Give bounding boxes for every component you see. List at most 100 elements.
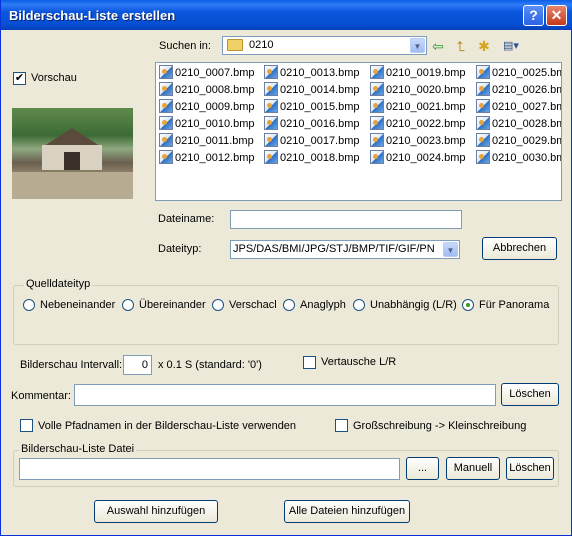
browse-button[interactable]: ... xyxy=(406,457,439,480)
file-item-label: 0210_0027.bmp xyxy=(492,101,561,113)
file-item[interactable]: 0210_0019.bmp xyxy=(370,65,466,81)
lowercase-checkbox[interactable] xyxy=(335,419,348,432)
source-type-radio-label: Nebeneinander xyxy=(40,299,116,311)
file-item-label: 0210_0030.bmp xyxy=(492,152,561,164)
source-type-radio[interactable] xyxy=(23,299,35,311)
file-item[interactable]: 0210_0021.bmp xyxy=(370,99,466,115)
interval-label: Bilderschau Intervall: xyxy=(20,359,123,371)
file-item[interactable]: 0210_0010.bmp xyxy=(159,116,255,132)
view-menu-icon[interactable]: ▤▾ xyxy=(498,37,524,55)
chevron-down-icon[interactable]: ▼ xyxy=(410,38,425,53)
preview-checkbox[interactable]: ✔ xyxy=(13,72,26,85)
source-type-radio[interactable] xyxy=(353,299,365,311)
filetype-combo[interactable]: JPS/DAS/BMI/JPG/STJ/BMP/TIF/GIF/PN ▼ xyxy=(230,240,460,259)
file-item[interactable]: 0210_0026.bmp xyxy=(476,82,561,98)
file-item-label: 0210_0022.bmp xyxy=(386,118,466,130)
file-item-label: 0210_0017.bmp xyxy=(280,135,360,147)
file-item[interactable]: 0210_0018.bmp xyxy=(264,150,360,166)
new-folder-icon[interactable]: ✱ xyxy=(475,37,493,55)
file-item[interactable]: 0210_0028.bmp xyxy=(476,116,561,132)
file-item[interactable]: 0210_0020.bmp xyxy=(370,82,466,98)
file-item-label: 0210_0023.bmp xyxy=(386,135,466,147)
bitmap-file-icon xyxy=(476,99,490,113)
help-button[interactable]: ? xyxy=(523,5,544,26)
bitmap-file-icon xyxy=(264,99,278,113)
source-type-group xyxy=(13,285,559,345)
file-item[interactable]: 0210_0015.bmp xyxy=(264,99,360,115)
folder-up-icon[interactable]: ⮤ xyxy=(452,37,470,55)
full-paths-label: Volle Pfadnamen in der Bilderschau-Liste… xyxy=(38,420,297,432)
source-type-radio-label: Unabhängig (L/R) xyxy=(370,299,457,311)
source-type-radio[interactable] xyxy=(122,299,134,311)
bitmap-file-icon xyxy=(476,133,490,147)
file-item[interactable]: 0210_0008.bmp xyxy=(159,82,255,98)
file-item[interactable]: 0210_0023.bmp xyxy=(370,133,466,149)
file-item[interactable]: 0210_0022.bmp xyxy=(370,116,466,132)
file-item[interactable]: 0210_0027.bmp xyxy=(476,99,561,115)
manual-button[interactable]: Manuell xyxy=(446,457,500,480)
dialog-window: Bilderschau-Liste erstellen ? ✕ Suchen i… xyxy=(0,0,572,536)
chevron-down-icon[interactable]: ▼ xyxy=(443,242,458,257)
comment-clear-button[interactable]: Löschen xyxy=(501,383,559,406)
bitmap-file-icon xyxy=(159,133,173,147)
file-item[interactable]: 0210_0016.bmp xyxy=(264,116,360,132)
bitmap-file-icon xyxy=(476,116,490,130)
file-item-label: 0210_0011.bmp xyxy=(175,135,254,147)
file-item[interactable]: 0210_0024.bmp xyxy=(370,150,466,166)
bitmap-file-icon xyxy=(159,65,173,79)
interval-input[interactable]: 0 xyxy=(123,355,152,375)
comment-label: Kommentar: xyxy=(11,390,71,402)
file-item[interactable]: 0210_0025.bmp xyxy=(476,65,561,81)
preview-door xyxy=(64,152,80,170)
add-selection-button[interactable]: Auswahl hinzufügen xyxy=(94,500,218,523)
swap-lr-checkbox[interactable] xyxy=(303,356,316,369)
preview-label: Vorschau xyxy=(31,72,77,84)
bitmap-file-icon xyxy=(159,82,173,96)
lowercase-label: Großschreibung -> Kleinschreibung xyxy=(353,420,527,432)
file-item[interactable]: 0210_0030.bmp xyxy=(476,150,561,166)
source-type-radio[interactable] xyxy=(462,299,474,311)
bitmap-file-icon xyxy=(476,65,490,79)
file-item-label: 0210_0021.bmp xyxy=(386,101,466,113)
title-bar[interactable]: Bilderschau-Liste erstellen ? ✕ xyxy=(1,0,572,30)
list-file-input[interactable] xyxy=(19,458,400,480)
file-item[interactable]: 0210_0011.bmp xyxy=(159,133,254,149)
file-item-label: 0210_0009.bmp xyxy=(175,101,255,113)
file-item-label: 0210_0015.bmp xyxy=(280,101,360,113)
preview-image xyxy=(12,108,133,199)
filetype-value: JPS/DAS/BMI/JPG/STJ/BMP/TIF/GIF/PN xyxy=(233,243,435,255)
file-item[interactable]: 0210_0029.bmp xyxy=(476,133,561,149)
preview-roof xyxy=(44,128,100,146)
file-item[interactable]: 0210_0009.bmp xyxy=(159,99,255,115)
file-item-label: 0210_0018.bmp xyxy=(280,152,360,164)
back-arrow-icon[interactable]: ⇦ xyxy=(431,37,445,55)
file-item[interactable]: 0210_0013.bmp xyxy=(264,65,360,81)
bitmap-file-icon xyxy=(159,150,173,164)
folder-combo[interactable]: 0210 ▼ xyxy=(222,36,427,55)
bitmap-file-icon xyxy=(264,133,278,147)
filename-input[interactable] xyxy=(230,210,462,229)
file-list[interactable]: 0210_0007.bmp 0210_0008.bmp 0210_0009.bmp 0… xyxy=(155,62,562,201)
source-type-radio[interactable] xyxy=(283,299,295,311)
file-item-label: 0210_0025.bmp xyxy=(492,67,561,79)
file-item-label: 0210_0010.bmp xyxy=(175,118,255,130)
window-title: Bilderschau-Liste erstellen xyxy=(9,8,176,23)
file-item[interactable]: 0210_0007.bmp xyxy=(159,65,255,81)
close-button[interactable]: ✕ xyxy=(546,5,567,26)
cancel-button[interactable]: Abbrechen xyxy=(482,237,557,260)
file-item-label: 0210_0026.bmp xyxy=(492,84,561,96)
full-paths-checkbox[interactable] xyxy=(20,419,33,432)
bitmap-file-icon xyxy=(370,150,384,164)
source-type-radio[interactable] xyxy=(212,299,224,311)
file-item[interactable]: 0210_0017.bmp xyxy=(264,133,360,149)
file-item[interactable]: 0210_0014.bmp xyxy=(264,82,360,98)
add-all-button[interactable]: Alle Dateien hinzufügen xyxy=(284,500,410,523)
source-type-legend: Quelldateityp xyxy=(24,278,93,290)
folder-combo-value: 0210 xyxy=(249,39,274,51)
file-item[interactable]: 0210_0012.bmp xyxy=(159,150,255,166)
filetype-label: Dateityp: xyxy=(158,243,202,255)
file-item-label: 0210_0028.bmp xyxy=(492,118,561,130)
list-file-clear-button[interactable]: Löschen xyxy=(506,457,554,480)
bitmap-file-icon xyxy=(370,82,384,96)
comment-input[interactable] xyxy=(74,384,496,406)
